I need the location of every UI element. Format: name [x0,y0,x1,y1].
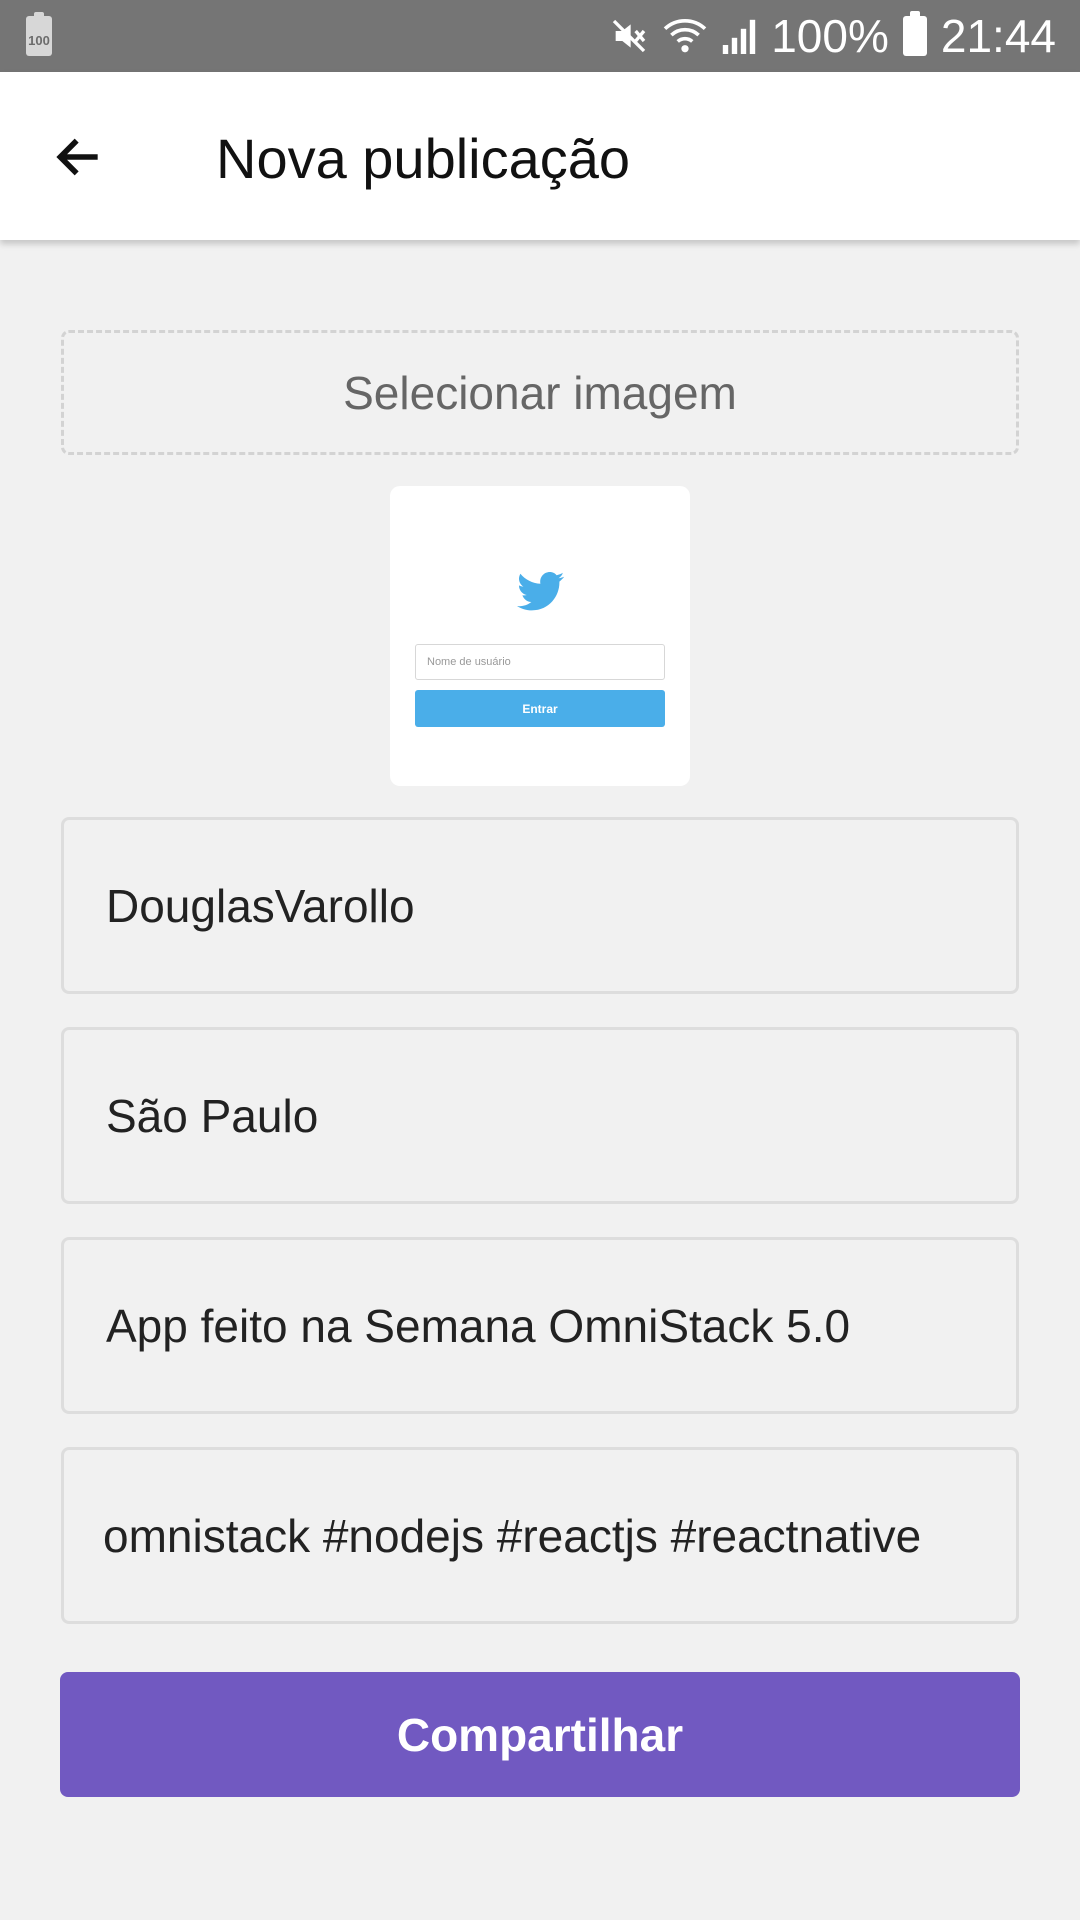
battery-saver-indicator: 100 [26,12,52,56]
place-input[interactable]: São Paulo [61,1027,1019,1204]
hashtags-input[interactable]: omnistack #nodejs #reactjs #reactnative [61,1447,1019,1624]
description-input[interactable]: App feito na Semana OmniStack 5.0 [61,1237,1019,1414]
page-title: Nova publicação [216,127,631,190]
share-button[interactable]: Compartilhar [60,1672,1020,1797]
battery-icon: 100 [26,12,52,56]
twitter-bird-icon [517,572,565,611]
mute-icon [609,16,649,56]
status-icons: 100% 21:44 [609,0,1056,72]
battery-icon [902,11,927,56]
image-preview: Nome de usuário Entrar [390,486,690,786]
battery-level-label: 100 [28,33,50,48]
back-button[interactable] [44,122,114,192]
preview-username-input: Nome de usuário [415,644,665,680]
preview-enter-button: Entrar [415,690,665,727]
wifi-icon [663,16,707,56]
signal-icon [721,16,757,56]
app-bar: Nova publicação [0,72,1080,240]
select-image-button[interactable]: Selecionar imagem [61,330,1019,455]
clock: 21:44 [940,10,1056,62]
battery-percent: 100% [771,10,889,62]
arrow-left-icon [56,138,98,176]
author-input[interactable]: DouglasVarollo [61,817,1019,994]
status-bar: 100 100% 21:44 [0,0,1080,72]
